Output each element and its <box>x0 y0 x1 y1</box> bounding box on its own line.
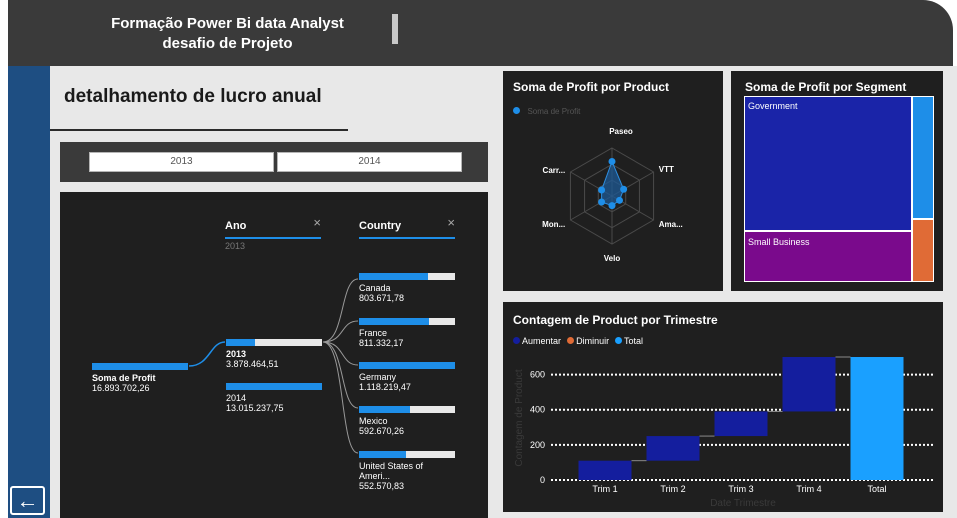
node-label: Soma de Profit <box>92 373 156 383</box>
decomp-node-2013[interactable]: 2013 3.878.464,51 <box>226 339 322 369</box>
node-value: 811.332,17 <box>359 338 404 348</box>
node-bar <box>359 362 455 369</box>
waterfall-bar-1 <box>646 436 700 461</box>
node-bar-fill <box>359 406 410 413</box>
page-title: detalhamento de lucro anual <box>64 86 322 107</box>
radar-label-2: Ama... <box>659 220 683 229</box>
node-bar <box>226 383 322 390</box>
connector-root-2013 <box>188 341 226 367</box>
x-tick-label-1: Trim 2 <box>660 484 685 494</box>
report-title-line1: Formação Power Bi data Analyst <box>111 15 344 32</box>
report-title-line2: desafio de Projeto <box>162 35 293 52</box>
y-tick-label-2: 400 <box>530 405 545 415</box>
waterfall-bar-4 <box>850 357 904 480</box>
treemap-tile-government[interactable]: Government <box>744 96 912 231</box>
node-value: 803.671,78 <box>359 293 405 303</box>
y-tick-label-1: 200 <box>530 440 545 450</box>
slicer-option-2013[interactable]: 2013 <box>89 152 274 172</box>
radar-label-0: Paseo <box>609 127 633 136</box>
node-bar-fill <box>359 273 429 280</box>
y-tick-label-0: 0 <box>540 475 545 485</box>
decomp-node-france[interactable]: France 811.332,17 <box>359 318 455 348</box>
node-bar <box>226 339 322 346</box>
report-title: Formação Power Bi data Analyst desafio d… <box>60 14 395 54</box>
tile-fill <box>745 97 911 230</box>
waterfall-bar-0 <box>578 460 632 480</box>
radar-label-3: Velo <box>604 254 621 263</box>
x-tick-label-4: Total <box>867 484 886 494</box>
radar-label-1: VTT <box>659 165 674 174</box>
node-bar-fill <box>359 362 455 369</box>
title-underline <box>50 129 348 131</box>
node-label: Mexico <box>359 416 388 426</box>
back-button[interactable]: ← <box>10 486 45 515</box>
connector-germany <box>322 341 359 366</box>
node-bar <box>92 363 188 370</box>
node-label: France <box>359 328 388 338</box>
node-value: 1.118.219,47 <box>359 382 411 392</box>
y-axis-title: Contagem de Product <box>514 369 525 467</box>
node-label: Canada <box>359 283 391 293</box>
connector-france <box>322 320 359 343</box>
connector-usa <box>322 341 359 454</box>
y-tick-label-3: 600 <box>530 370 545 380</box>
node-bar-fill <box>359 318 430 325</box>
node-bar <box>359 451 455 458</box>
treemap-tile-small-business[interactable]: Small Business <box>744 231 912 282</box>
node-label: 2013 <box>226 349 247 359</box>
node-label: 2014 <box>226 393 247 403</box>
x-axis-title: Date Trimestre <box>710 498 776 509</box>
tile-fill <box>913 97 933 218</box>
header-divider <box>392 14 398 44</box>
node-bar-fill <box>359 451 407 458</box>
node-bar-fill <box>226 339 255 346</box>
node-value: 16.893.702,26 <box>92 383 150 393</box>
decomp-node-2014[interactable]: 2014 13.015.237,75 <box>226 383 322 413</box>
node-bar <box>359 273 455 280</box>
treemap-tile-4[interactable] <box>912 219 934 282</box>
radar-point-4 <box>598 198 606 206</box>
decomp-node-root[interactable]: Soma de Profit 16.893.702,26 <box>92 363 188 393</box>
decomp-node-canada[interactable]: Canada 803.671,78 <box>359 273 455 303</box>
waterfall-bar-2 <box>714 411 768 437</box>
treemap-title: Soma de Profit por Segment <box>745 80 907 94</box>
radar-label-5: Carr... <box>543 166 566 175</box>
radar-point-1 <box>620 185 628 193</box>
node-value: 13.015.237,75 <box>226 403 284 413</box>
radar-label-4: Mon... <box>542 220 565 229</box>
x-tick-label-0: Trim 1 <box>592 484 617 494</box>
node-bar <box>359 406 455 413</box>
x-tick-label-3: Trim 4 <box>796 484 821 494</box>
node-bar-fill <box>226 383 322 390</box>
connector-canada <box>322 278 359 343</box>
treemap-tile-3[interactable] <box>912 96 934 219</box>
node-label: Germany <box>359 372 397 382</box>
waterfall-chart[interactable]: 0 200 400 600 Contagem de Product Date Trimes… <box>503 302 943 512</box>
x-tick-label-2: Trim 3 <box>728 484 753 494</box>
arrow-left-icon: ← <box>16 488 39 513</box>
radar-point-3 <box>608 202 616 210</box>
tile-fill <box>913 220 933 281</box>
node-label: United States of Ameri... <box>359 461 424 481</box>
radar-point-5 <box>598 186 606 194</box>
decomp-node-germany[interactable]: Germany 1.118.219,47 <box>359 362 455 392</box>
radar-point-0 <box>608 157 616 165</box>
decomp-node-mexico[interactable]: Mexico 592.670,26 <box>359 406 455 436</box>
tile-label: Small Business <box>748 237 810 247</box>
radar-point-2 <box>615 196 623 204</box>
node-bar <box>359 318 455 325</box>
decomp-node-usa[interactable]: United States of Ameri... 552.570,83 <box>359 451 455 491</box>
waterfall-bar-3 <box>782 357 836 412</box>
node-value: 552.570,83 <box>359 481 405 491</box>
node-value: 592.670,26 <box>359 426 405 436</box>
node-value: 3.878.464,51 <box>226 359 279 369</box>
tile-label: Government <box>748 101 798 111</box>
sidebar-edge <box>0 0 8 518</box>
radar-chart[interactable]: Paseo VTT Ama... Velo Mon... Carr... <box>503 71 723 291</box>
slicer-option-2014[interactable]: 2014 <box>277 152 462 172</box>
